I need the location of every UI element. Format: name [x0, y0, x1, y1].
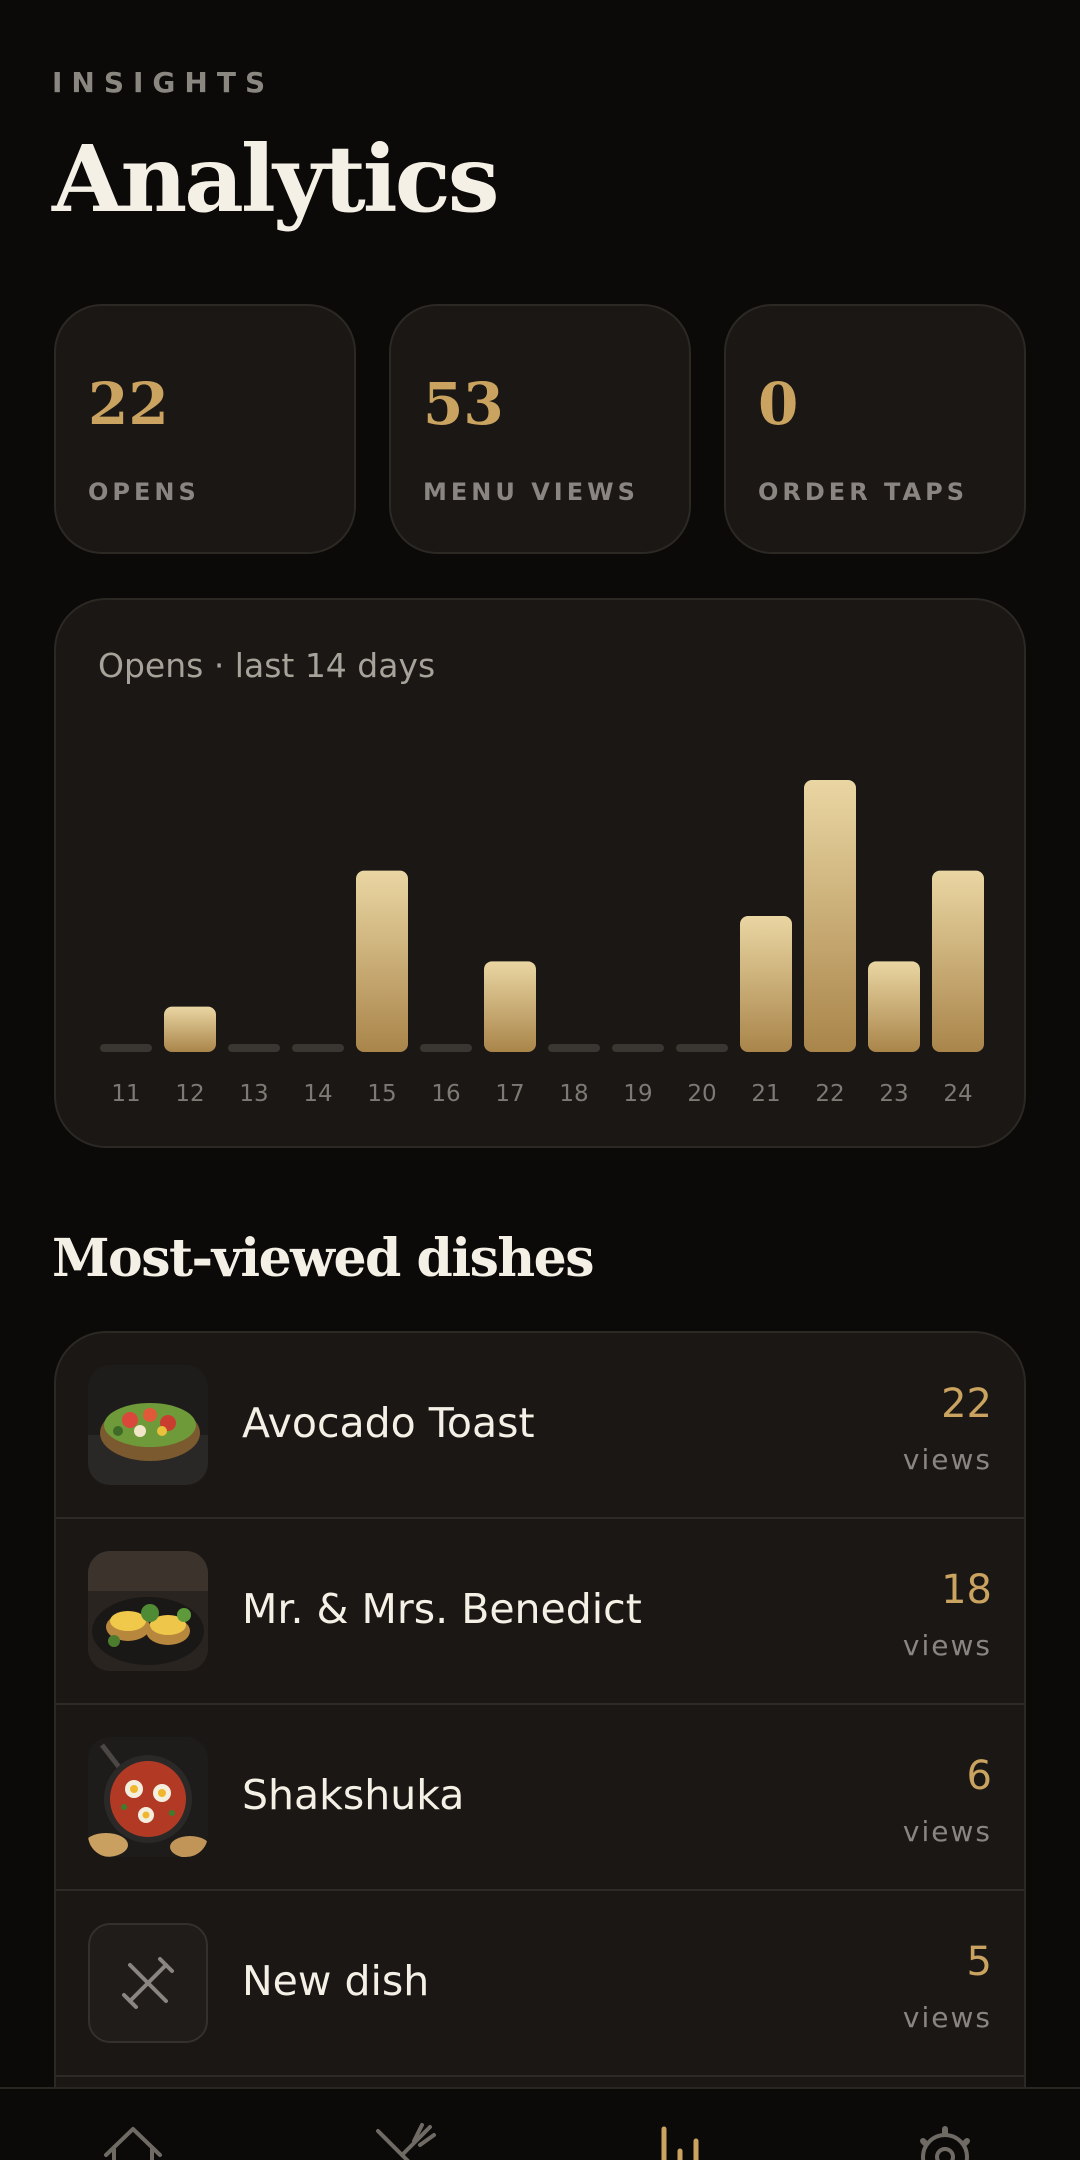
dish-view-unit: views	[902, 1629, 992, 1662]
x-tick-label: 16	[431, 1081, 460, 1107]
bar-23	[868, 961, 920, 1052]
dish-view-count: 5	[966, 1939, 992, 1985]
benedict-photo	[88, 1551, 208, 1671]
dish-view-count: 22	[941, 1381, 992, 1427]
x-tick-label: 24	[943, 1081, 972, 1107]
dish-name: New dish	[242, 1957, 430, 2005]
bar-20	[676, 1044, 728, 1052]
dish-name: Avocado Toast	[242, 1399, 535, 1447]
dish-row[interactable]: Mr. & Mrs. Benedict 18 views	[56, 1519, 1024, 1705]
bar-16	[420, 1044, 472, 1052]
nav-analytics[interactable]	[646, 2121, 716, 2160]
dish-name: Mr. & Mrs. Benedict	[242, 1585, 642, 1633]
bar-chart-icon	[661, 2126, 699, 2160]
dish-placeholder-thumb	[88, 1923, 208, 2043]
bar-21	[740, 916, 792, 1052]
opens-bar-chart: 11 12 13 14 15 16 17 18 19 20 21 22 23 24	[100, 780, 984, 1107]
dish-view-unit: views	[902, 2001, 992, 2034]
fork-knife-icon	[122, 1957, 174, 2009]
dish-view-unit: views	[902, 1443, 992, 1476]
bar-19	[612, 1044, 664, 1052]
stats-row: 22 OPENS 53 MENU VIEWS 0 ORDER TAPS	[54, 304, 1026, 554]
stat-card-menu-views[interactable]: 53 MENU VIEWS	[389, 304, 691, 554]
x-tick-label: 17	[495, 1081, 524, 1107]
x-tick-label: 11	[111, 1081, 140, 1107]
x-tick-label: 18	[559, 1081, 588, 1107]
most-viewed-title: Most-viewed dishes	[52, 1228, 595, 1289]
x-tick-label: 12	[175, 1081, 204, 1107]
bar-12	[164, 1006, 216, 1052]
gear-icon	[920, 2126, 970, 2160]
most-viewed-list: Avocado Toast 22 views Mr. & Mrs. Benedi…	[54, 1331, 1026, 2160]
bar-24	[932, 870, 984, 1052]
shakshuka-photo	[88, 1737, 208, 1857]
dish-row[interactable]: Shakshuka 6 views	[56, 1705, 1024, 1891]
x-tick-label: 21	[751, 1081, 780, 1107]
dish-view-unit: views	[902, 1815, 992, 1848]
x-tick-label: 22	[815, 1081, 844, 1107]
x-tick-label: 13	[239, 1081, 268, 1107]
x-tick-label: 23	[879, 1081, 908, 1107]
stat-value: 53	[423, 370, 504, 438]
stat-label: MENU VIEWS	[423, 478, 639, 506]
opens-chart-card: Opens · last 14 days 11 12 13 14 15 16 17 18 19 2…	[54, 598, 1026, 1148]
x-tick-label: 20	[687, 1081, 716, 1107]
bottom-nav	[0, 2087, 1080, 2160]
x-tick-label: 14	[303, 1081, 332, 1107]
bar-13	[228, 1044, 280, 1052]
stat-value: 22	[88, 370, 169, 438]
dish-row[interactable]: New dish 5 views	[56, 1891, 1024, 2077]
page-eyebrow: INSIGHTS	[52, 66, 275, 99]
utensils-icon	[376, 2123, 436, 2160]
page-title: Analytics	[52, 125, 500, 233]
nav-home[interactable]	[98, 2121, 168, 2160]
stat-label: OPENS	[88, 478, 200, 506]
dish-name: Shakshuka	[242, 1771, 465, 1819]
nav-menu[interactable]	[370, 2121, 440, 2160]
dish-row[interactable]: Avocado Toast 22 views	[56, 1333, 1024, 1519]
dish-view-count: 6	[966, 1753, 992, 1799]
bar-15	[356, 870, 408, 1052]
bar-11	[100, 1044, 152, 1052]
bar-18	[548, 1044, 600, 1052]
x-tick-label: 15	[367, 1081, 396, 1107]
stat-label: ORDER TAPS	[758, 478, 968, 506]
dish-view-count: 18	[941, 1567, 992, 1613]
avocado-toast-photo	[88, 1365, 208, 1485]
bar-22	[804, 780, 856, 1052]
home-icon	[104, 2127, 162, 2160]
stat-card-order-taps[interactable]: 0 ORDER TAPS	[724, 304, 1026, 554]
bar-14	[292, 1044, 344, 1052]
bar-17	[484, 961, 536, 1052]
nav-settings[interactable]	[910, 2121, 980, 2160]
stat-value: 0	[758, 370, 799, 438]
stat-card-opens[interactable]: 22 OPENS	[54, 304, 356, 554]
x-tick-label: 19	[623, 1081, 652, 1107]
